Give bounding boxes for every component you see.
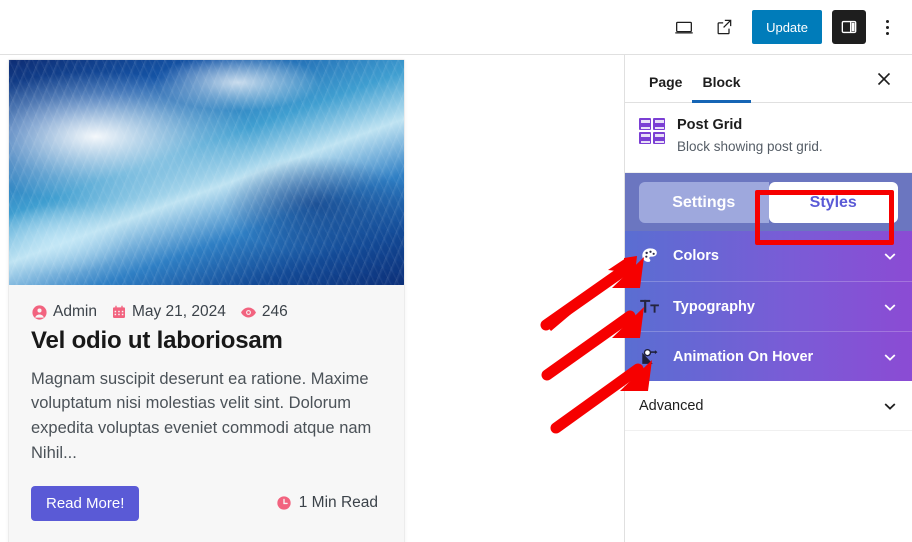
post-title[interactable]: Vel odio ut laboriosam (31, 327, 382, 355)
chevron-down-icon (882, 349, 898, 365)
tab-block[interactable]: Block (692, 74, 751, 103)
section-colors-label: Colors (673, 248, 719, 265)
block-description: Block showing post grid. (677, 139, 823, 154)
chevron-down-icon (882, 398, 898, 414)
tab-settings[interactable]: Settings (639, 182, 769, 224)
update-button[interactable]: Update (752, 10, 822, 44)
inspector-tabs: Page Block (625, 55, 912, 103)
post-card-footer: Read More! 1 Min Read (31, 485, 382, 521)
post-views-label: 246 (261, 303, 288, 320)
block-inspector-sidebar: Page Block Post Grid Block showing post … (624, 55, 912, 542)
typography-icon (639, 297, 661, 317)
post-thumbnail-image[interactable] (9, 60, 404, 285)
chevron-down-icon (882, 299, 898, 315)
more-options-kebab-icon[interactable] (872, 9, 902, 45)
segmented-control: Settings Styles (639, 182, 898, 224)
post-meta-row: Admin May 21, 2024 246 (31, 303, 382, 321)
color-palette-icon (639, 246, 661, 266)
post-author: Admin (31, 303, 97, 321)
tab-page[interactable]: Page (639, 74, 692, 102)
read-more-button[interactable]: Read More! (31, 485, 140, 521)
block-info-text: Post Grid Block showing post grid. (677, 117, 823, 156)
post-read-time-label: 1 Min Read (298, 494, 378, 512)
cursor-hover-icon (639, 347, 661, 367)
section-typography-label: Typography (673, 298, 755, 315)
post-grid-card[interactable]: Admin May 21, 2024 246 Vel odio ut labor… (8, 59, 405, 542)
section-animation-on-hover[interactable]: Animation On Hover (625, 331, 912, 382)
post-excerpt: Magnam suscipit deserunt ea ratione. Max… (31, 369, 372, 462)
editor-window: Update Admin May 21, 2024 246 Vel odio u… (0, 0, 912, 542)
eye-icon (240, 304, 257, 321)
settings-styles-toggle: Settings Styles (625, 173, 912, 232)
section-advanced-label: Advanced (639, 397, 704, 414)
section-typography[interactable]: Typography (625, 281, 912, 332)
section-animation-on-hover-label: Animation On Hover (673, 348, 814, 365)
editor-toolbar: Update (0, 0, 912, 55)
user-avatar-icon (31, 304, 48, 321)
block-name: Post Grid (677, 117, 743, 133)
clock-icon (276, 495, 292, 511)
post-author-label: Admin (53, 303, 97, 320)
post-date: May 21, 2024 (111, 303, 226, 321)
editor-canvas[interactable]: Admin May 21, 2024 246 Vel odio ut labor… (0, 55, 601, 542)
desktop-preview-icon[interactable] (666, 9, 702, 45)
settings-sidebar-icon[interactable] (832, 10, 866, 44)
section-colors[interactable]: Colors (625, 231, 912, 282)
calendar-icon (111, 304, 127, 320)
post-views: 246 (240, 303, 288, 321)
post-grid-icon (639, 118, 665, 144)
chevron-down-icon (882, 248, 898, 264)
close-icon[interactable] (868, 63, 900, 95)
block-info-card: Post Grid Block showing post grid. (625, 103, 912, 174)
post-date-label: May 21, 2024 (131, 303, 226, 320)
post-read-time: 1 Min Read (276, 494, 382, 512)
post-card-body: Admin May 21, 2024 246 Vel odio ut labor… (9, 285, 404, 521)
tab-styles[interactable]: Styles (768, 182, 898, 224)
section-advanced[interactable]: Advanced (625, 381, 912, 432)
view-external-link-icon[interactable] (706, 9, 742, 45)
